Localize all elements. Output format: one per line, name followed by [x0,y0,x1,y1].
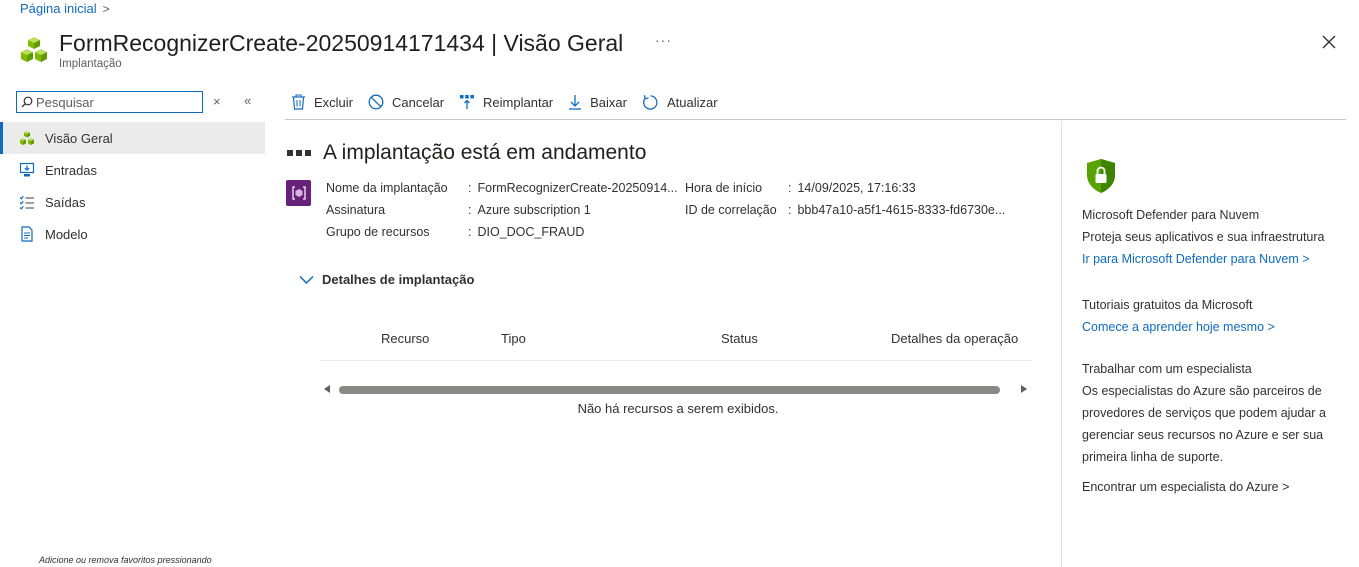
nav-item-inputs[interactable]: Entradas [0,154,265,186]
nav-item-label: Modelo [45,226,88,242]
resource-group-link[interactable]: DIO_DOC_FRAUD [477,225,584,239]
nav-item-overview[interactable]: Visão Geral [0,122,265,154]
resource-group-label: Grupo de recursos [326,225,430,239]
toolbar-divider [285,119,1346,120]
collapse-nav-button[interactable]: « [244,93,251,108]
separator: : [788,203,792,217]
breadcrumb: Página inicial > [20,1,110,16]
defender-section: Microsoft Defender para Nuvem Proteja se… [1082,204,1325,270]
cancel-label: Cancelar [392,94,445,110]
expert-description-line: gerenciar seus recursos no Azure e ser s… [1082,428,1324,442]
delete-button[interactable]: Excluir [291,94,353,110]
separator: : [468,225,472,239]
nav-search-input[interactable] [36,94,196,110]
search-icon [21,96,33,108]
more-options-button[interactable]: ··· [655,32,672,48]
template-document-icon [19,226,35,242]
expert-link[interactable]: Encontrar um especialista do Azure > [1082,480,1289,494]
refresh-label: Atualizar [667,94,718,110]
defender-description: Proteja seus aplicativos e sua infraestr… [1082,230,1325,244]
deployment-properties-right: Hora de início : 14/09/2025, 17:16:33 ID… [685,177,1005,221]
expert-description-line: primeira linha de suporte. [1082,450,1224,464]
page-title: FormRecognizerCreate-20250914171434 | Vi… [59,30,624,56]
close-icon[interactable] [1320,33,1338,51]
clear-search-button[interactable]: × [213,94,221,109]
command-bar: Excluir Cancelar Reimplantar Baixar Atua… [291,90,733,114]
table-header-divider [320,360,1032,361]
deployment-status: A implantação está em andamento [287,141,646,165]
delete-label: Excluir [314,94,354,110]
outputs-list-icon [19,194,35,210]
right-panel-divider [1061,121,1062,567]
nav-item-label: Saídas [45,194,86,210]
page-subtitle: Implantação [59,58,122,70]
trash-icon [292,94,305,110]
chevron-down-icon [299,275,314,284]
refresh-button[interactable]: Atualizar [642,94,718,111]
inputs-icon [19,162,35,178]
deployment-properties-left: Nome da implantação : FormRecognizerCrea… [326,177,678,243]
nav-search-box [16,91,203,113]
redeploy-label: Reimplantar [483,94,554,110]
separator: : [788,181,792,195]
redeploy-icon [460,95,474,109]
in-progress-dots-icon [287,150,311,156]
column-header-resource[interactable]: Recurso [381,331,429,346]
deployment-details-label: Detalhes de implantação [322,272,475,287]
defender-title: Microsoft Defender para Nuvem [1082,208,1260,222]
deployment-details-toggle[interactable]: Detalhes de implantação [299,272,474,287]
subscription-label: Assinatura [326,203,386,217]
download-icon [569,95,582,110]
expert-description-line: Os especialistas do Azure são parceiros … [1082,384,1322,398]
cancel-button[interactable]: Cancelar [368,94,444,110]
deployment-name-label: Nome da implantação [326,181,448,195]
deployment-template-icon [286,180,311,206]
correlation-id-label: ID de correlação [685,203,777,217]
page-header: FormRecognizerCreate-20250914171434 | Vi… [20,30,623,70]
start-time-label: Hora de início [685,181,763,195]
overview-cubes-icon [19,130,35,146]
start-time-value: 14/09/2025, 17:16:33 [797,181,916,195]
scroll-left-arrow-icon[interactable] [324,385,330,393]
column-header-type[interactable]: Tipo [501,331,526,346]
column-header-status[interactable]: Status [721,331,758,346]
column-header-operation-details[interactable]: Detalhes da operação [891,331,1018,346]
separator: : [468,181,472,195]
redeploy-button[interactable]: Reimplantar [459,94,553,110]
nav-item-label: Entradas [45,162,98,178]
download-label: Baixar [590,94,627,110]
cancel-circle-icon [368,94,384,110]
breadcrumb-chevron: > [102,1,110,16]
status-title: A implantação está em andamento [323,141,647,164]
subscription-link[interactable]: Azure subscription 1 [477,203,590,217]
tutorials-section: Tutoriais gratuitos da Microsoft Comece … [1082,294,1275,338]
expert-description-line: provedores de serviços que podem ajudar … [1082,406,1326,420]
nav-item-template[interactable]: Modelo [0,218,265,250]
empty-table-message: Não há recursos a serem exibidos. [577,401,779,416]
deployment-cubes-icon [21,37,47,62]
refresh-icon [643,94,658,110]
nav-item-label: Visão Geral [45,130,113,146]
tutorials-link[interactable]: Comece a aprender hoje mesmo > [1082,316,1275,338]
scroll-right-arrow-icon[interactable] [1021,385,1027,393]
expert-title: Trabalhar com um especialista [1082,362,1252,376]
nav-list: Visão Geral Entradas Saídas Modelo [0,122,265,250]
download-button[interactable]: Baixar [568,94,627,110]
breadcrumb-home-link[interactable]: Página inicial [20,1,97,16]
favorites-hint: Adicione ou remova favoritos pressionand… [39,555,212,565]
horizontal-scrollbar[interactable] [339,386,1000,394]
defender-shield-icon [1087,159,1115,193]
deployment-name-value: FormRecognizerCreate-20250914... [477,181,678,195]
defender-link[interactable]: Ir para Microsoft Defender para Nuvem > [1082,248,1325,270]
nav-item-outputs[interactable]: Saídas [0,186,265,218]
expert-section: Trabalhar com um especialista Os especia… [1082,358,1326,468]
separator: : [468,203,472,217]
tutorials-title: Tutoriais gratuitos da Microsoft [1082,298,1253,312]
correlation-id-value: bbb47a10-a5f1-4615-8333-fd6730e... [797,203,1006,217]
